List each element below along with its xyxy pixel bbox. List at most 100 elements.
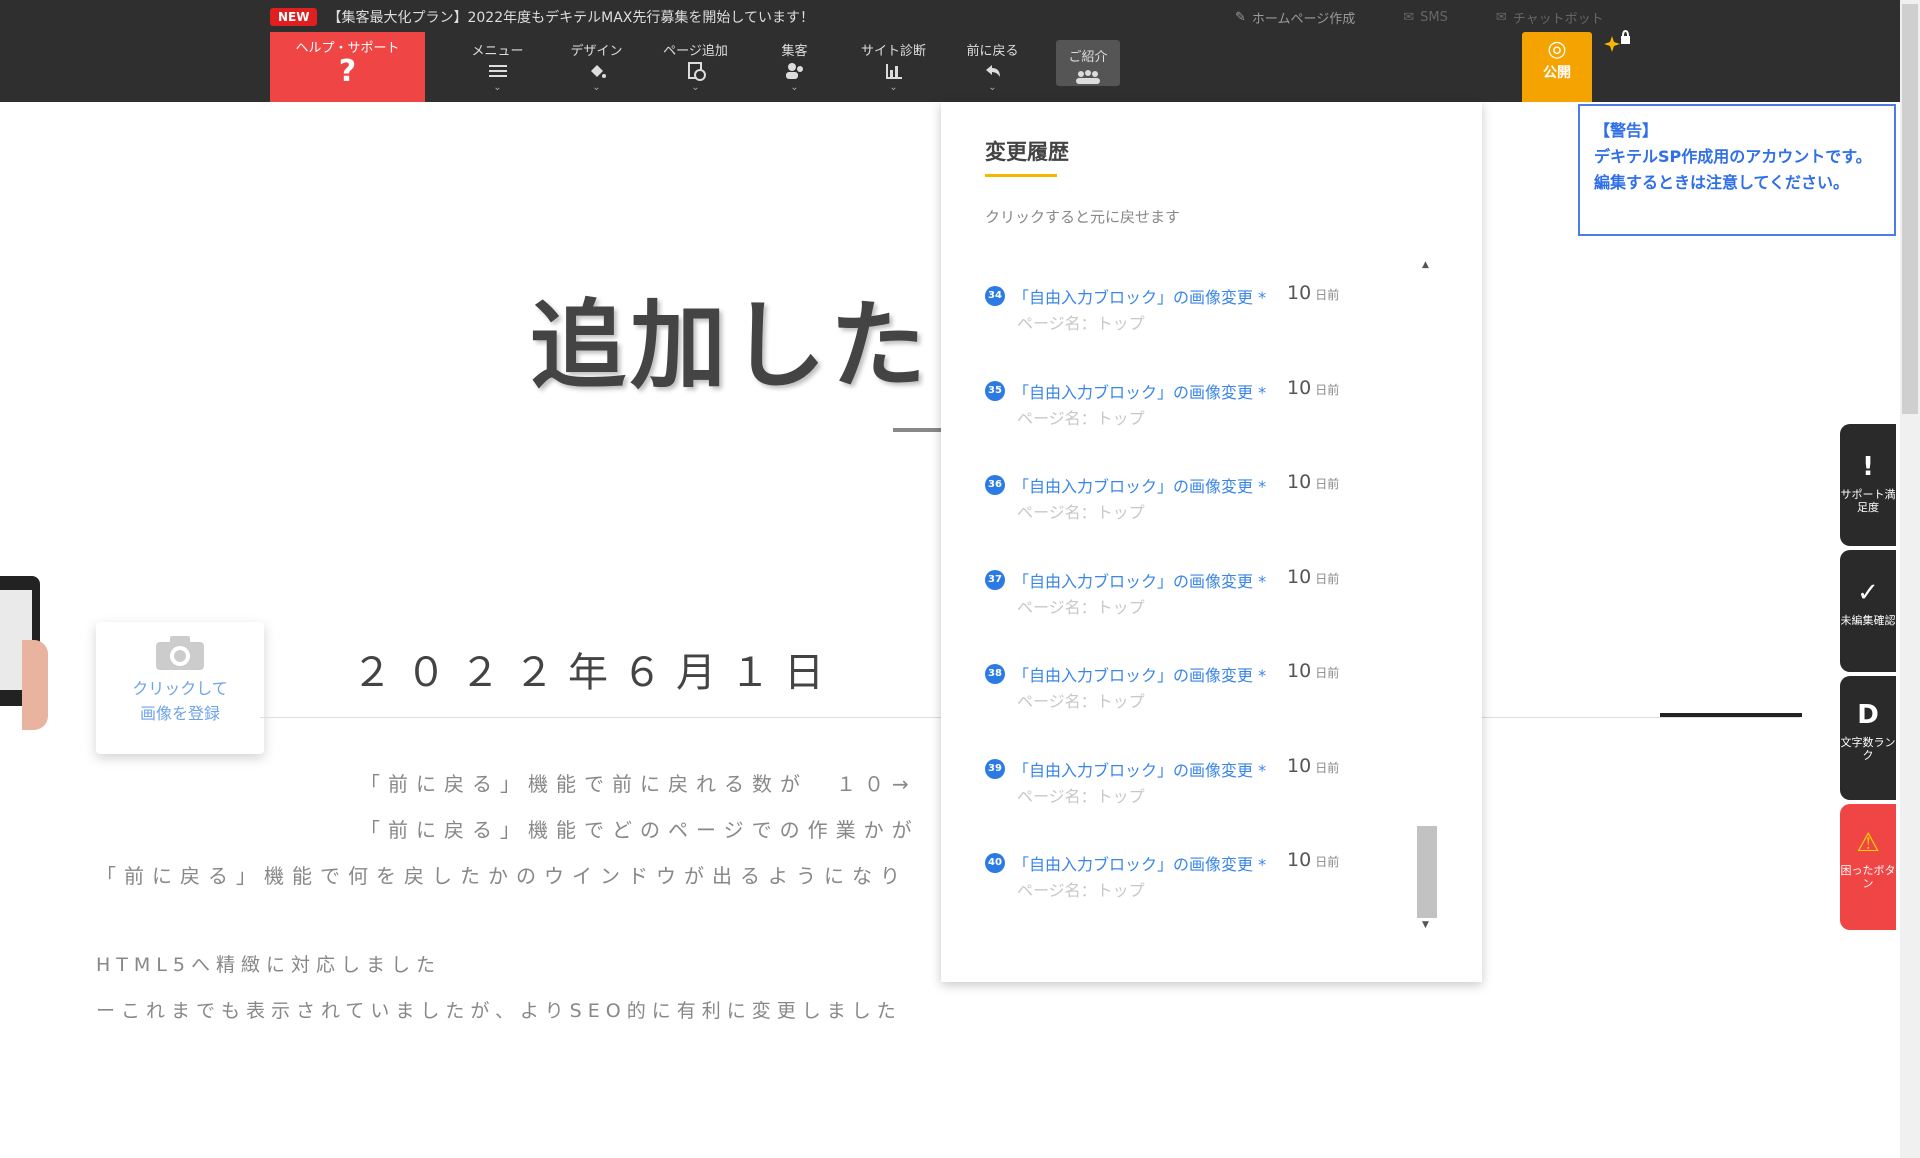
attract-button[interactable]: 集客 ⌄ [745,40,844,93]
history-item-time-unit: 日前 [1315,666,1340,680]
publish-button[interactable]: ◎ 公開 [1522,32,1592,102]
attract-label: 集客 [781,44,808,59]
history-item-number: 37 [985,569,1005,590]
sparkle-lock-icon[interactable] [1604,30,1632,58]
body-text-line[interactable]: 「前に戻る」機能で前に戻れる数が １０→ [360,768,917,797]
history-item-label: 「自由入力ブロック」の画像変更 * [1013,855,1267,874]
character-rank-tab[interactable]: D 文字数ランク [1840,676,1896,800]
referral-button[interactable]: ご紹介 [1056,40,1120,86]
history-item-time-value: 10 [1287,376,1312,399]
window-scroll-thumb[interactable] [1902,4,1918,414]
history-item-label: 「自由入力ブロック」の画像変更 * [1013,760,1267,780]
history-item-time-unit: 日前 [1315,760,1340,775]
history-item[interactable]: 39 「自由入力ブロック」の画像変更 * ページ名：トップ 10 日前 [985,749,1405,844]
history-item-time-unit: 日前 [1315,855,1340,869]
menu-button[interactable]: メニュー ⌄ [448,40,547,93]
scroll-down-icon[interactable]: ▼ [1422,920,1429,930]
news-text[interactable]: 【集客最大化プラン】2022年度もデキテルMAX先行募集を開始しています！ [327,7,813,27]
history-scroll-thumb[interactable] [1417,826,1437,918]
warning-body: デキテルSP作成用のアカウントです。編集するときは注意してください。 [1594,147,1872,192]
main-menu: メニュー ⌄ デザイン ⌄ ページ追加 ⌄ 集客 ⌄ サイト診断 ⌄ 前に戻る … [448,40,1120,93]
history-item-label: 「自由入力ブロック」の画像変更 * [1013,666,1267,685]
unedited-check-tab[interactable]: ✓ 未編集確認 [1840,550,1896,672]
image-upload-line2: 画像を登録 [139,704,220,723]
history-item-label: 「自由入力ブロック」の画像変更 * [1013,477,1267,496]
history-item-number: 35 [985,380,1005,401]
history-item-time-value: 10 [1287,471,1312,493]
history-item-number: 39 [985,758,1005,779]
history-item-page: ページ名：トップ [1017,786,1145,806]
new-badge: NEW [270,8,318,26]
chat-icon: ✉ [1495,10,1507,25]
page-add-icon [646,59,745,83]
support-satisfaction-label: サポート満足度 [1840,488,1896,514]
history-item-time-value: 10 [1287,754,1312,777]
history-item-page: ページ名：トップ [1017,503,1145,522]
exclamation-icon: ! [1862,452,1874,482]
undo-button[interactable]: 前に戻る ⌄ [943,40,1042,93]
menu-label: メニュー [471,44,524,59]
letter-d-icon: D [1857,700,1879,730]
page-title[interactable]: 追加した [530,268,930,407]
history-item-time-unit: 日前 [1315,477,1340,491]
history-item-page: ページ名：トップ [1017,408,1145,428]
history-item-time-unit: 日前 [1315,288,1340,302]
news-bar[interactable]: NEW 【集客最大化プラン】2022年度もデキテルMAX先行募集を開始しています… [270,6,814,28]
history-item[interactable]: 34 「自由入力ブロック」の画像変更 * ページ名：トップ 10 日前 [985,276,1405,371]
history-item[interactable]: 35 「自由入力ブロック」の画像変更 * ページ名：トップ 10 日前 [985,371,1405,466]
question-icon: ? [338,54,357,89]
undo-label: 前に戻る [966,44,1019,59]
trouble-button-tab[interactable]: ⚠ 困ったボタン [1840,804,1896,930]
body-text-line[interactable]: 「前に戻る」機能でどのページでの作業かが [360,814,920,843]
chevron-down-icon: ⌄ [493,82,502,93]
history-item-number: 40 [985,853,1005,873]
history-item-page: ページ名：トップ [1017,692,1145,711]
design-button[interactable]: デザイン ⌄ [547,40,646,93]
history-item[interactable]: 37 「自由入力ブロック」の画像変更 * ページ名：トップ 10 日前 [985,560,1405,655]
history-item-time-value: 10 [1287,565,1312,588]
history-item-label: 「自由入力ブロック」の画像変更 * [1013,571,1267,591]
history-item-label: 「自由入力ブロック」の画像変更 * [1013,288,1267,307]
history-item-number: 36 [985,475,1005,495]
scroll-up-icon[interactable]: ▲ [1422,260,1429,270]
hamburger-icon [448,59,547,83]
history-scrollbar[interactable]: ▲ ▼ [1417,260,1439,942]
chevron-down-icon: ⌄ [889,82,898,93]
users-icon [745,59,844,83]
homepage-link-label: ホームページ作成 [1251,12,1356,27]
body-text-line[interactable]: HTML5へ精緻に対応しました [96,950,441,977]
history-item-number: 38 [985,664,1005,684]
history-item-time-unit: 日前 [1315,571,1340,586]
pen-icon: ✎ [1235,10,1246,25]
history-title-underline [985,174,1057,177]
hand-image [22,640,48,730]
warning-heading: 【警告】 [1594,121,1659,140]
image-upload-card[interactable]: クリックして 画像を登録 [96,622,264,754]
body-text-line[interactable]: ーこれまでも表示されていましたが、よりSEO的に有利に変更しました [96,996,902,1023]
sms-link[interactable]: ✉ SMS [1403,8,1448,27]
history-item-time-value: 10 [1287,849,1312,871]
page-add-button[interactable]: ページ追加 ⌄ [646,40,745,93]
history-item-time: 10 日前 [1287,377,1339,399]
history-item[interactable]: 40 「自由入力ブロック」の画像変更 * ページ名：トップ 10 日前 [985,843,1405,938]
undo-icon [943,59,1042,83]
window-scrollbar[interactable] [1900,0,1920,1158]
body-text-line[interactable]: 「前に戻る」機能で何を戻したかのウインドウが出るようになり [96,860,908,889]
history-item-time-unit: 日前 [1315,382,1340,397]
post-date[interactable]: ２０２２年６月１日 [352,640,838,698]
top-toolbar: NEW 【集客最大化プラン】2022年度もデキテルMAX先行募集を開始しています… [0,0,1920,102]
history-item[interactable]: 38 「自由入力ブロック」の画像変更 * ページ名：トップ 10 日前 [985,654,1405,749]
unedited-check-label: 未編集確認 [1840,614,1896,627]
homepage-link[interactable]: ✎ ホームページ作成 [1235,8,1355,27]
chatbot-link[interactable]: ✉ チャットボット [1496,8,1604,27]
support-satisfaction-tab[interactable]: ! サポート満足度 [1840,424,1896,546]
history-item[interactable]: 36 「自由入力ブロック」の画像変更 * ページ名：トップ 10 日前 [985,465,1405,560]
history-item-label: 「自由入力ブロック」の画像変更 * [1013,382,1267,402]
site-diagnosis-button[interactable]: サイト診断 ⌄ [844,40,943,93]
site-diagnosis-label: サイト診断 [860,44,926,59]
divider-accent [1660,713,1802,717]
help-support-button[interactable]: ヘルプ・サポート ? [270,32,425,102]
chevron-down-icon: ⌄ [988,82,997,93]
chevron-down-icon: ⌄ [790,82,799,93]
history-item-time: 10 日前 [1287,755,1339,777]
